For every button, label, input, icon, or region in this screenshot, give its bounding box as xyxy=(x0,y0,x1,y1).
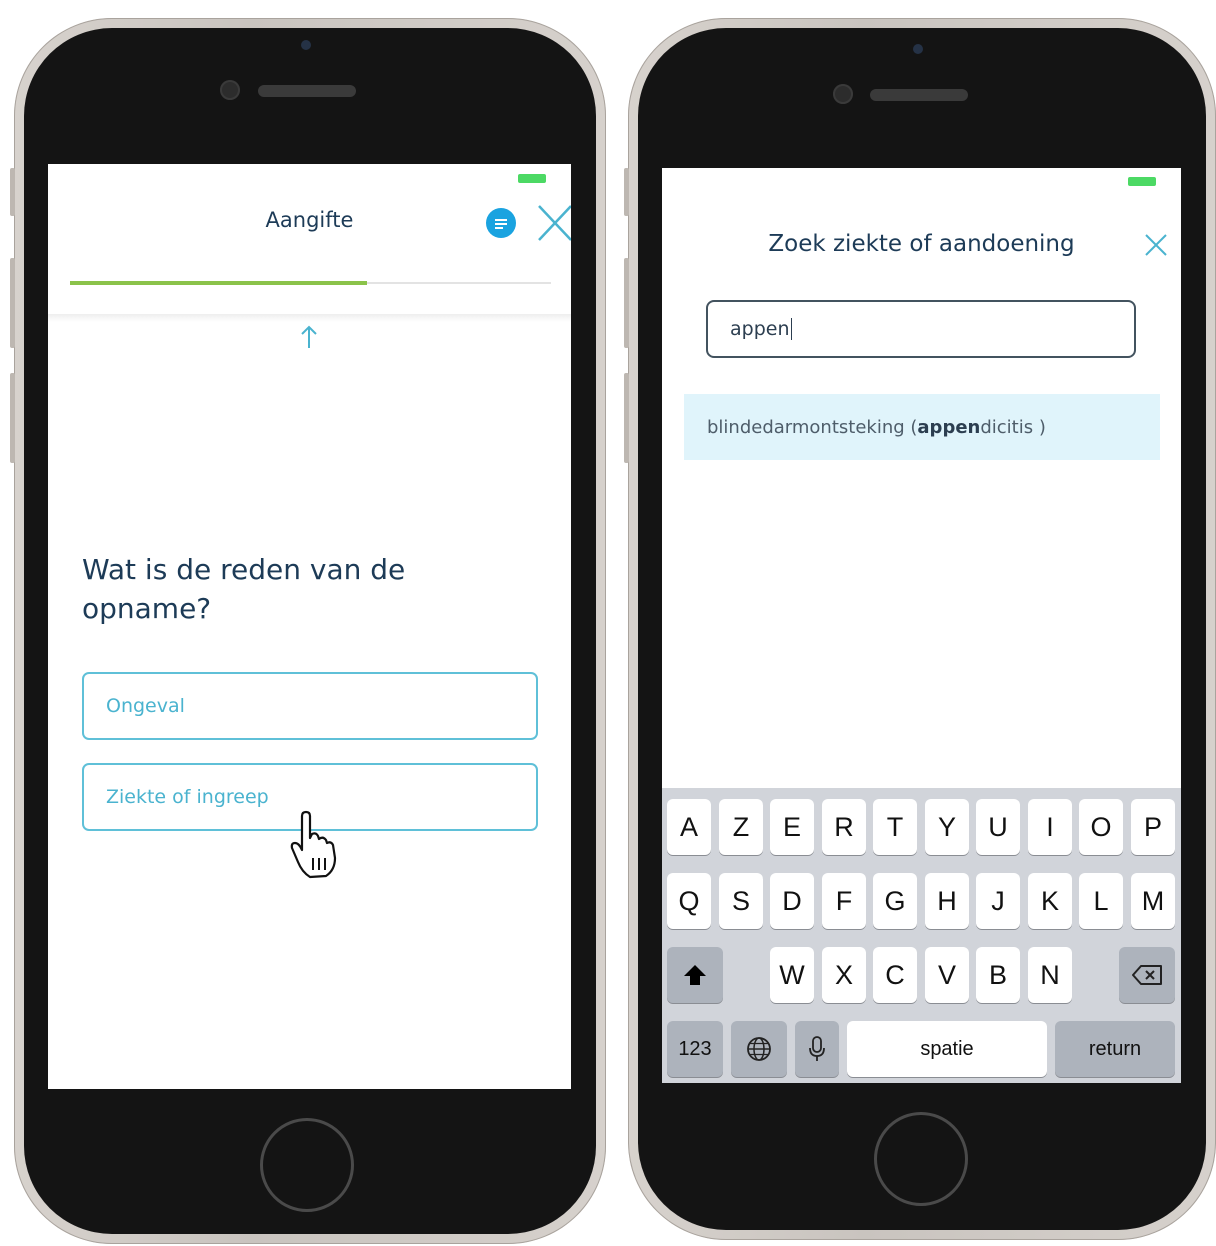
key-b[interactable]: B xyxy=(976,947,1020,1003)
volume-down-button xyxy=(624,373,629,463)
progress-bar-fill xyxy=(70,281,367,285)
battery-indicator xyxy=(518,174,546,183)
key-s[interactable]: S xyxy=(719,873,763,929)
key-i[interactable]: I xyxy=(1028,799,1072,855)
volume-up-button xyxy=(10,258,15,348)
key-f[interactable]: F xyxy=(822,873,866,929)
key-o[interactable]: O xyxy=(1079,799,1123,855)
key-p[interactable]: P xyxy=(1131,799,1175,855)
key-u[interactable]: U xyxy=(976,799,1020,855)
key-a[interactable]: A xyxy=(667,799,711,855)
key-n[interactable]: N xyxy=(1028,947,1072,1003)
volume-up-button xyxy=(624,258,629,348)
return-key[interactable]: return xyxy=(1055,1021,1175,1077)
key-g[interactable]: G xyxy=(873,873,917,929)
question-text: Wat is de reden van de opname? xyxy=(82,553,406,625)
numbers-key[interactable]: 123 xyxy=(667,1021,723,1077)
result-prefix: blindedarmontsteking ( xyxy=(707,416,918,438)
key-c[interactable]: C xyxy=(873,947,917,1003)
key-q[interactable]: Q xyxy=(667,873,711,929)
arrow-up-icon[interactable] xyxy=(299,324,319,350)
backspace-key[interactable] xyxy=(1119,947,1175,1003)
microphone-key[interactable] xyxy=(795,1021,839,1077)
home-button[interactable] xyxy=(260,1118,354,1212)
right-phone: Zoek ziekte of aandoening appen blindeda… xyxy=(624,18,1216,1240)
earpiece-speaker xyxy=(258,85,356,97)
key-x[interactable]: X xyxy=(822,947,866,1003)
mute-switch xyxy=(10,168,15,216)
front-camera xyxy=(833,84,853,104)
key-t[interactable]: T xyxy=(873,799,917,855)
battery-indicator xyxy=(1128,177,1156,186)
front-sensor xyxy=(913,44,923,54)
key-d[interactable]: D xyxy=(770,873,814,929)
microphone-icon xyxy=(809,1036,825,1061)
search-input[interactable]: appen xyxy=(706,300,1136,358)
key-y[interactable]: Y xyxy=(925,799,969,855)
header-shadow xyxy=(48,314,571,322)
close-icon[interactable] xyxy=(1145,234,1167,256)
backspace-icon xyxy=(1132,965,1162,985)
key-e[interactable]: E xyxy=(770,799,814,855)
key-w[interactable]: W xyxy=(770,947,814,1003)
home-button[interactable] xyxy=(874,1112,968,1206)
shift-key[interactable] xyxy=(667,947,723,1003)
text-caret xyxy=(790,318,792,340)
result-match-highlight: appen xyxy=(917,416,981,438)
hand-pointer-cursor xyxy=(290,810,337,879)
chat-icon[interactable] xyxy=(486,208,516,238)
close-icon[interactable] xyxy=(537,204,571,242)
onscreen-keyboard: A Z E R T Y U I O P Q S D F G H J K L M xyxy=(662,788,1181,1083)
key-v[interactable]: V xyxy=(925,947,969,1003)
front-camera xyxy=(220,80,240,100)
front-sensor xyxy=(301,40,311,50)
page-title: Zoek ziekte of aandoening xyxy=(768,231,1075,257)
result-suffix: dicitis ) xyxy=(980,416,1046,438)
shift-arrow-icon xyxy=(684,965,706,985)
key-m[interactable]: M xyxy=(1131,873,1175,929)
key-l[interactable]: L xyxy=(1079,873,1123,929)
right-screen: Zoek ziekte of aandoening appen blindeda… xyxy=(662,168,1181,1083)
globe-icon xyxy=(747,1037,771,1061)
option-ongeval-button[interactable]: Ongeval xyxy=(82,672,538,740)
key-k[interactable]: K xyxy=(1028,873,1072,929)
space-key[interactable]: spatie xyxy=(847,1021,1047,1077)
earpiece-speaker xyxy=(870,89,968,101)
key-h[interactable]: H xyxy=(925,873,969,929)
left-screen: Aangifte Wat is de reden van de opname? … xyxy=(48,164,571,1089)
key-r[interactable]: R xyxy=(822,799,866,855)
search-result-item[interactable]: blindedarmontsteking ( appen dicitis ) xyxy=(684,394,1160,460)
left-phone: Aangifte Wat is de reden van de opname? … xyxy=(10,18,606,1244)
search-input-value: appen xyxy=(730,318,790,340)
globe-key[interactable] xyxy=(731,1021,787,1077)
mute-switch xyxy=(624,168,629,216)
volume-down-button xyxy=(10,373,15,463)
key-j[interactable]: J xyxy=(976,873,1020,929)
key-z[interactable]: Z xyxy=(719,799,763,855)
